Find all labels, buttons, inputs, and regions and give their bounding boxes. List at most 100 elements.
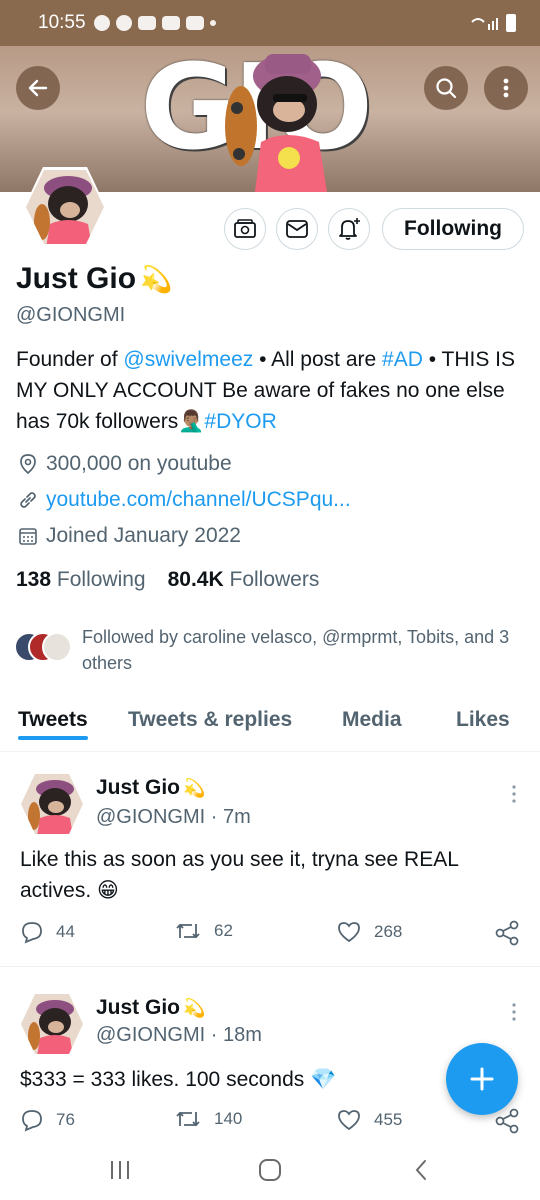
follower-avatars bbox=[14, 632, 74, 668]
search-icon bbox=[436, 78, 457, 99]
bell-plus-icon bbox=[339, 218, 360, 240]
retweet-icon bbox=[176, 923, 200, 939]
retweet-button[interactable]: 62 bbox=[174, 920, 233, 942]
tweet-more-icon[interactable] bbox=[504, 1000, 524, 1024]
following-count: 138 bbox=[16, 568, 52, 591]
battery-icon bbox=[506, 14, 516, 32]
follow-counts: 138 Following 80.4K Followers bbox=[16, 568, 319, 592]
message-button[interactable] bbox=[276, 208, 318, 250]
youtube-icon bbox=[137, 16, 156, 30]
facepalm-emoji: 🤦🏽‍♂️ bbox=[178, 410, 205, 433]
tab-tweets[interactable]: Tweets bbox=[18, 700, 88, 740]
tweet-text: $333 = 333 likes. 100 seconds 💎 bbox=[20, 1068, 337, 1091]
share-button[interactable] bbox=[494, 1108, 520, 1134]
monkey-character-image bbox=[225, 54, 327, 192]
reply-icon bbox=[22, 922, 42, 944]
calendar-icon bbox=[19, 528, 37, 545]
messenger-icon bbox=[93, 15, 110, 31]
mail-icon bbox=[286, 220, 308, 238]
tweet-author-name[interactable]: Just Gio 💫 bbox=[96, 776, 205, 800]
tweet-author-avatar[interactable] bbox=[20, 992, 84, 1056]
joined-text: Joined January 2022 bbox=[46, 524, 241, 547]
tweet-actions: 76 140 455 bbox=[20, 1108, 520, 1136]
website-link[interactable]: youtube.com/channel/UCSPqu... bbox=[46, 488, 351, 512]
tweet-author-avatar[interactable] bbox=[20, 772, 84, 836]
following-label: Following bbox=[56, 568, 146, 591]
tiktok-icon bbox=[115, 15, 132, 31]
recent-apps-icon[interactable] bbox=[108, 1158, 132, 1182]
youtube-icon bbox=[161, 16, 180, 30]
system-navigation-bar bbox=[0, 1140, 540, 1200]
more-options-button[interactable] bbox=[484, 66, 528, 110]
bio-text: Founder of bbox=[16, 348, 124, 371]
tweet-author-name[interactable]: Just Gio 💫 bbox=[96, 996, 205, 1020]
share-icon bbox=[495, 920, 519, 946]
tweet-divider bbox=[0, 966, 540, 967]
tab-tweets-replies[interactable]: Tweets & replies bbox=[128, 700, 292, 732]
tweet[interactable]: Just Gio 💫 @GIONGMI · 7m Like this as soo… bbox=[0, 770, 540, 966]
following-count-link[interactable]: 138 Following bbox=[16, 568, 146, 592]
reply-icon bbox=[22, 1110, 42, 1132]
website-row: youtube.com/channel/UCSPqu... bbox=[18, 488, 351, 512]
mention-link[interactable]: @swivelmeez bbox=[123, 348, 253, 371]
system-icons bbox=[470, 14, 516, 32]
link-icon bbox=[20, 492, 36, 508]
status-time: 10:55 bbox=[38, 12, 86, 33]
search-button[interactable] bbox=[424, 66, 468, 110]
tab-media[interactable]: Media bbox=[342, 700, 402, 732]
author-name-text: Just Gio bbox=[96, 776, 181, 799]
profile-tabs: Tweets Tweets & replies Media Likes bbox=[0, 700, 540, 752]
back-button[interactable] bbox=[16, 66, 60, 110]
dizzy-emoji: 💫 bbox=[140, 263, 173, 294]
more-notifications-icon bbox=[209, 20, 216, 26]
author-name-text: Just Gio bbox=[96, 996, 181, 1019]
reply-button[interactable]: 76 bbox=[20, 1108, 75, 1132]
location-pin-icon bbox=[20, 454, 36, 475]
following-button[interactable]: Following bbox=[382, 208, 524, 250]
tweet-text: Like this as soon as you see it, tryna s… bbox=[20, 848, 459, 902]
retweet-count: 62 bbox=[214, 921, 233, 940]
back-nav-icon[interactable] bbox=[410, 1158, 434, 1182]
retweet-button[interactable]: 140 bbox=[174, 1108, 242, 1130]
arrow-left-icon bbox=[28, 79, 48, 97]
followers-count: 80.4K bbox=[167, 568, 224, 591]
tab-likes[interactable]: Likes bbox=[456, 700, 510, 732]
youtube-icon bbox=[185, 16, 204, 30]
reply-count: 76 bbox=[56, 1110, 75, 1129]
followed-by[interactable]: Followed by caroline velasco, @rmprmt, T… bbox=[14, 624, 522, 676]
profile-display-name: Just Gio 💫 bbox=[16, 262, 172, 296]
wifi-signal-icon bbox=[471, 18, 498, 30]
heart-icon bbox=[338, 922, 360, 943]
dizzy-emoji: 💫 bbox=[183, 997, 206, 1018]
dizzy-emoji: 💫 bbox=[183, 777, 206, 798]
profile-avatar[interactable] bbox=[24, 166, 106, 248]
hashtag-link[interactable]: #AD bbox=[382, 348, 423, 371]
vertical-dots-icon bbox=[503, 78, 509, 98]
share-button[interactable] bbox=[494, 920, 520, 946]
reply-button[interactable]: 44 bbox=[20, 920, 75, 944]
notifications-button[interactable] bbox=[328, 208, 370, 250]
tweet-more-icon[interactable] bbox=[504, 782, 524, 806]
like-count: 455 bbox=[374, 1110, 403, 1129]
home-icon[interactable] bbox=[256, 1158, 284, 1182]
subscribe-button[interactable] bbox=[224, 208, 266, 250]
like-button[interactable]: 455 bbox=[336, 1108, 402, 1132]
status-bar: 10:55 bbox=[0, 0, 540, 46]
like-count: 268 bbox=[374, 922, 403, 941]
like-button[interactable]: 268 bbox=[336, 920, 402, 944]
bio-text: • All post are bbox=[253, 348, 383, 371]
followers-label: Followers bbox=[229, 568, 320, 591]
tweet-handle-time: @GIONGMI · 18m bbox=[96, 1024, 262, 1046]
profile-bio: Founder of @swivelmeez • All post are #A… bbox=[16, 344, 526, 437]
reply-count: 44 bbox=[56, 922, 75, 941]
compose-tweet-button[interactable] bbox=[446, 1043, 518, 1115]
display-name-text: Just Gio bbox=[16, 262, 137, 295]
tweet-actions: 44 62 268 bbox=[20, 920, 520, 948]
followers-count-link[interactable]: 80.4K Followers bbox=[168, 568, 320, 592]
share-icon bbox=[495, 1108, 519, 1134]
followed-by-text: Followed by caroline velasco, @rmprmt, T… bbox=[82, 627, 510, 673]
hashtag-link[interactable]: #DYOR bbox=[204, 410, 276, 433]
notification-icons bbox=[93, 15, 216, 31]
tweet-handle-time: @GIONGMI · 7m bbox=[96, 806, 251, 828]
plus-icon bbox=[470, 1067, 494, 1091]
